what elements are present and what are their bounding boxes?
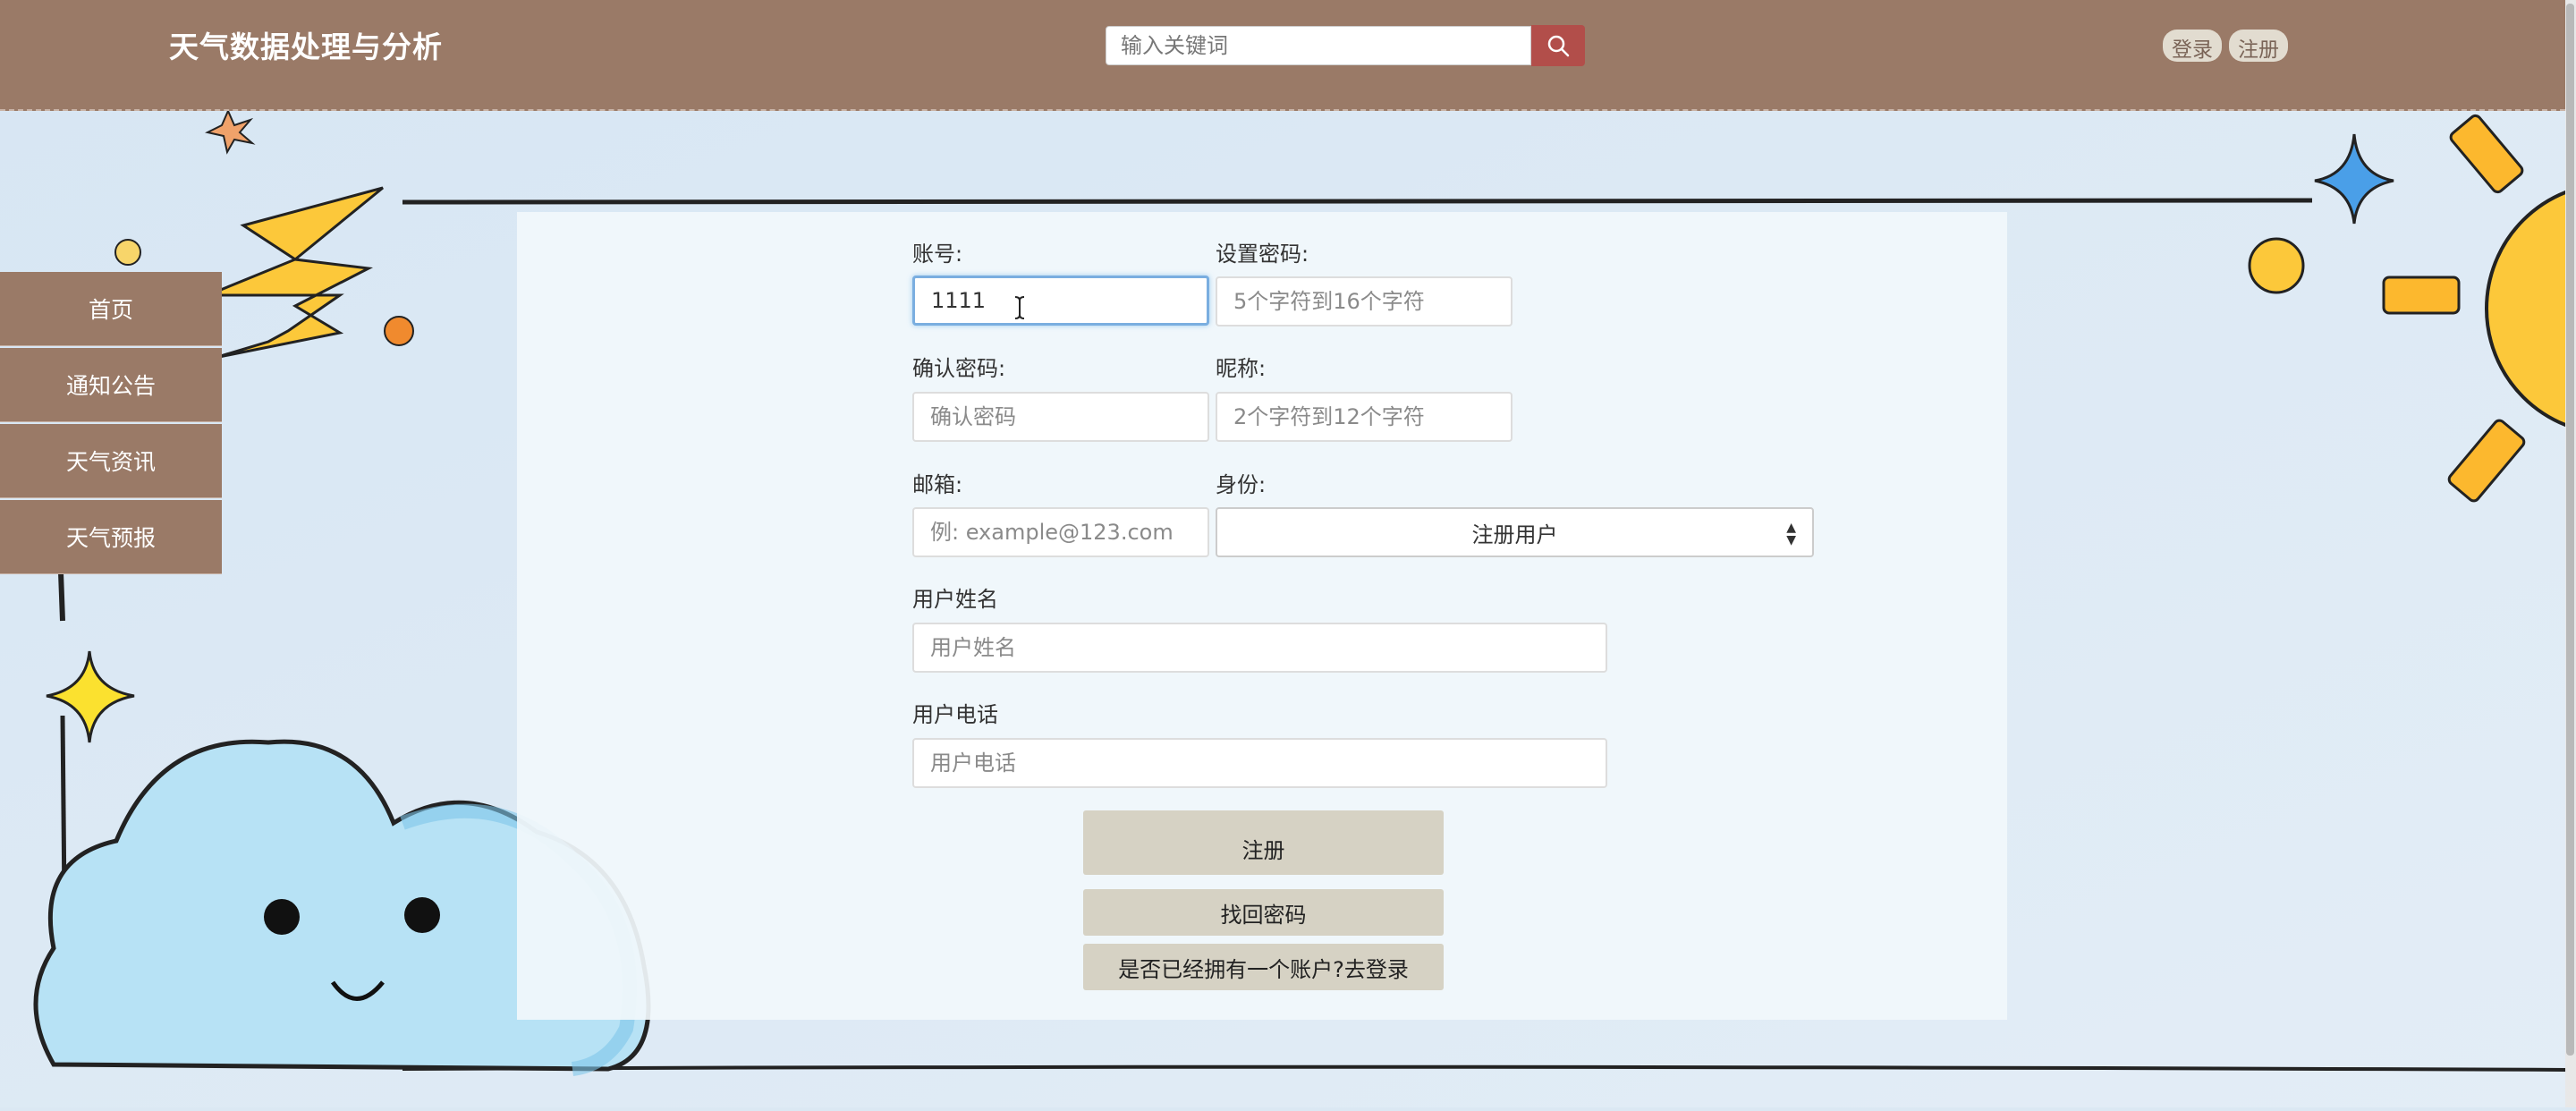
text-cursor-icon bbox=[1014, 296, 1025, 319]
role-select[interactable]: 注册用户 ▲ ▼ bbox=[1216, 507, 1814, 557]
site-title: 天气数据处理与分析 bbox=[169, 30, 443, 64]
nav-item-weather-forecast[interactable]: 天气预报 bbox=[0, 500, 222, 574]
recover-password-button[interactable]: 找回密码 bbox=[1083, 889, 1444, 936]
search-button[interactable] bbox=[1531, 25, 1585, 66]
phone-label: 用户电话 bbox=[912, 702, 998, 727]
frame-line-top bbox=[402, 197, 2313, 205]
login-button[interactable]: 登录 bbox=[2163, 30, 2222, 62]
search-input[interactable] bbox=[1106, 26, 1531, 65]
nickname-label: 昵称: bbox=[1216, 356, 1267, 381]
password-input[interactable] bbox=[1216, 276, 1513, 327]
account-label: 账号: bbox=[912, 242, 963, 267]
email-label: 邮箱: bbox=[912, 472, 963, 497]
nav-item-home[interactable]: 首页 bbox=[0, 272, 222, 346]
role-select-value: 注册用户 bbox=[1471, 522, 1558, 547]
nav-item-notices[interactable]: 通知公告 bbox=[0, 348, 222, 422]
register-nav-button[interactable]: 注册 bbox=[2229, 30, 2288, 62]
confirm-password-label: 确认密码: bbox=[912, 356, 1006, 381]
password-label: 设置密码: bbox=[1216, 242, 1309, 267]
confirm-password-input[interactable] bbox=[912, 392, 1209, 442]
nickname-input[interactable] bbox=[1216, 392, 1513, 442]
search-icon bbox=[1547, 35, 1570, 57]
nav-item-weather-news[interactable]: 天气资讯 bbox=[0, 424, 222, 498]
top-navbar: 天气数据处理与分析 登录 注册 bbox=[0, 0, 2565, 111]
role-label: 身份: bbox=[1216, 472, 1267, 497]
scrollbar-thumb[interactable] bbox=[2566, 4, 2574, 1056]
go-login-button[interactable]: 是否已经拥有一个账户?去登录 bbox=[1083, 944, 1444, 990]
side-navigation: 首页 通知公告 天气资讯 天气预报 bbox=[0, 272, 222, 576]
search-bar bbox=[1106, 25, 1585, 67]
auth-buttons: 登录 注册 bbox=[2163, 30, 2288, 62]
select-arrows-icon: ▲ ▼ bbox=[1786, 521, 1796, 547]
account-input[interactable] bbox=[912, 276, 1209, 326]
realname-input[interactable] bbox=[912, 623, 1607, 673]
phone-input[interactable] bbox=[912, 738, 1607, 788]
register-submit-button[interactable]: 注册 bbox=[1083, 810, 1444, 875]
email-input[interactable] bbox=[912, 507, 1209, 557]
realname-label: 用户姓名 bbox=[912, 587, 998, 612]
